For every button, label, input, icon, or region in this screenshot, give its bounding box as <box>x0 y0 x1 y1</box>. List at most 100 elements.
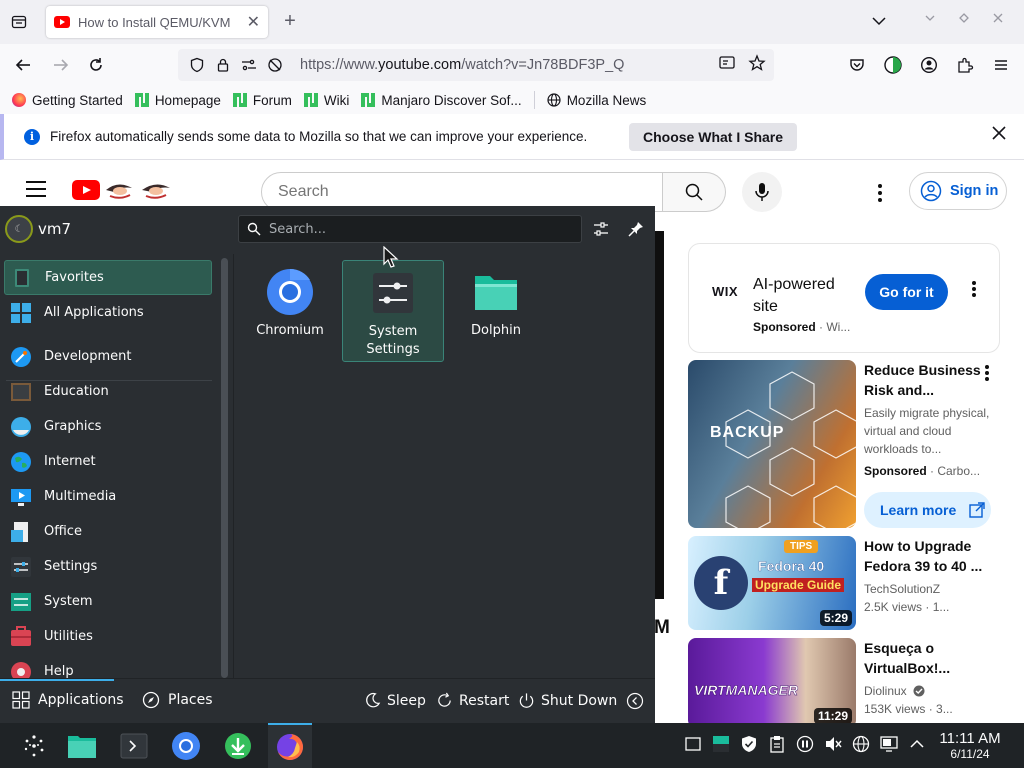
new-tab-button[interactable]: + <box>278 10 302 33</box>
taskbar-konsole[interactable] <box>112 723 156 768</box>
ad-title[interactable]: AI-powered site <box>753 274 863 318</box>
bookmark-getting-started[interactable]: Getting Started <box>12 93 123 108</box>
dark-reader-button[interactable] <box>882 54 904 76</box>
tab-close-icon[interactable]: ✕ <box>247 12 260 32</box>
digital-clock[interactable]: 11:11 AM 6/11/24 <box>930 730 1010 762</box>
tray-window-item[interactable] <box>684 735 702 753</box>
launcher-header: ☾ vm7 Search... <box>0 206 655 254</box>
sleep-button[interactable]: Sleep <box>364 692 426 709</box>
application-launcher-button[interactable] <box>12 723 56 768</box>
settings-more-icon[interactable] <box>872 181 888 205</box>
category-development[interactable]: Development <box>4 339 212 374</box>
category-graphics[interactable]: Graphics <box>4 409 212 444</box>
go-for-it-button[interactable]: Go for it <box>865 274 948 310</box>
learn-more-button[interactable]: Learn more <box>864 492 991 528</box>
youtube-search-button[interactable] <box>663 172 726 212</box>
video-title[interactable]: Esqueça o VirtualBox!... <box>864 638 1000 678</box>
video-thumbnail[interactable]: BACKUP <box>688 360 856 528</box>
video-thumbnail[interactable]: VIRTMANAGER 11:29 <box>688 638 856 728</box>
bookmark-star-icon[interactable] <box>748 54 766 72</box>
tray-network-item[interactable] <box>852 735 870 753</box>
category-system[interactable]: System <box>4 584 212 619</box>
lock-icon[interactable] <box>212 54 234 76</box>
close-notification-icon[interactable] <box>992 126 1006 140</box>
close-window-icon[interactable] <box>992 12 1004 24</box>
bookmark-manjaro-discover[interactable]: Manjaro Discover Sof... <box>361 93 522 108</box>
video-thumbnail[interactable]: f TIPS Fedora 40 Upgrade Guide 5:29 <box>688 536 856 630</box>
tray-clipboard-item[interactable] <box>768 735 786 753</box>
bookmark-mozilla-news[interactable]: Mozilla News <box>547 93 646 108</box>
minimize-icon[interactable] <box>924 12 936 24</box>
pocket-button[interactable] <box>846 54 868 76</box>
restart-button[interactable]: Restart <box>436 692 509 709</box>
bookmark-forum[interactable]: Forum <box>232 93 292 108</box>
shut-down-button[interactable]: Shut Down <box>518 692 617 709</box>
maximize-icon[interactable] <box>958 12 970 24</box>
ad-more-options-icon[interactable] <box>971 280 977 298</box>
channel-name[interactable]: TechSolutionZ <box>864 580 1000 598</box>
sponsored-ad-card[interactable]: WIX AI-powered site Sponsored · Wi... Go… <box>688 243 1000 353</box>
account-button[interactable] <box>918 54 940 76</box>
user-avatar[interactable]: ☾ <box>5 215 33 243</box>
taskbar-software-updates[interactable] <box>216 723 260 768</box>
bookmark-wiki[interactable]: Wiki <box>303 93 349 108</box>
forward-button[interactable] <box>48 53 74 77</box>
reader-view-icon[interactable] <box>718 54 736 72</box>
bookmark-homepage[interactable]: Homepage <box>134 93 221 108</box>
category-utilities[interactable]: Utilities <box>4 619 212 654</box>
tray-security-item[interactable] <box>740 735 758 753</box>
taskbar-dolphin[interactable] <box>60 723 104 768</box>
address-bar[interactable]: https://www.youtube.com/watch?v=Jn78BDF3… <box>178 49 774 81</box>
guide-menu-icon[interactable] <box>26 181 46 202</box>
sidebar-scrollbar[interactable] <box>221 258 228 678</box>
app-dolphin[interactable]: Dolphin <box>445 260 547 362</box>
tab-label: Places <box>168 692 213 708</box>
category-internet[interactable]: Internet <box>4 444 212 479</box>
tracking-protection-shield-icon[interactable] <box>186 54 208 76</box>
category-help[interactable]: Help <box>4 654 212 678</box>
tray-display-item[interactable] <box>880 735 898 753</box>
video-more-options-icon[interactable] <box>984 364 990 382</box>
tray-dolphin-item[interactable] <box>712 735 730 753</box>
taskbar-firefox[interactable] <box>268 723 312 768</box>
permissions-icon[interactable] <box>238 54 260 76</box>
app-system-settings[interactable]: System Settings <box>342 260 444 362</box>
youtube-doodle-logo[interactable] <box>104 178 174 202</box>
category-office[interactable]: Office <box>4 514 212 549</box>
sign-in-button[interactable]: Sign in <box>909 172 1007 210</box>
recommendation-item[interactable]: VIRTMANAGER 11:29 Esqueça o VirtualBox!.… <box>688 638 1008 728</box>
tray-expand-button[interactable] <box>908 735 926 753</box>
taskbar-chromium[interactable] <box>164 723 208 768</box>
pin-icon[interactable] <box>627 220 645 238</box>
leave-menu-chevron-icon[interactable] <box>626 692 644 710</box>
video-title[interactable]: Reduce Business Risk and... <box>864 360 1000 400</box>
list-all-tabs-chevron-icon[interactable] <box>870 12 888 30</box>
extensions-button[interactable] <box>954 54 976 76</box>
browser-tab[interactable]: How to Install QEMU/KVM ✕ <box>46 6 268 38</box>
tab-applications[interactable]: Applications <box>12 691 124 709</box>
category-all-applications[interactable]: All Applications <box>4 295 212 330</box>
app-chromium[interactable]: Chromium <box>239 260 341 362</box>
tray-media-item[interactable] <box>796 735 814 753</box>
video-player-edge[interactable] <box>654 231 664 599</box>
configure-launcher-icon[interactable] <box>592 220 610 238</box>
recommendation-item[interactable]: f TIPS Fedora 40 Upgrade Guide 5:29 How … <box>688 536 1008 630</box>
url-text[interactable]: https://www.youtube.com/watch?v=Jn78BDF3… <box>300 57 624 73</box>
tray-volume-item[interactable] <box>824 735 842 753</box>
reload-button[interactable] <box>83 53 109 77</box>
app-menu-button[interactable] <box>990 54 1012 76</box>
launcher-search-field[interactable]: Search... <box>238 215 582 243</box>
category-settings[interactable]: Settings <box>4 549 212 584</box>
video-title[interactable]: How to Upgrade Fedora 39 to 40 ... <box>864 536 1000 576</box>
channel-name-row[interactable]: Diolinux <box>864 682 1000 700</box>
autoplay-blocked-icon[interactable] <box>264 54 286 76</box>
tab-places[interactable]: Places <box>142 691 213 709</box>
category-education[interactable]: Education <box>4 374 212 409</box>
tab-list-button[interactable] <box>6 10 32 34</box>
category-favorites[interactable]: Favorites <box>4 260 212 295</box>
category-multimedia[interactable]: Multimedia <box>4 479 212 514</box>
youtube-logo-icon[interactable] <box>72 180 100 200</box>
back-button[interactable] <box>10 53 36 77</box>
choose-what-i-share-button[interactable]: Choose What I Share <box>629 123 798 151</box>
voice-search-button[interactable] <box>742 172 782 212</box>
